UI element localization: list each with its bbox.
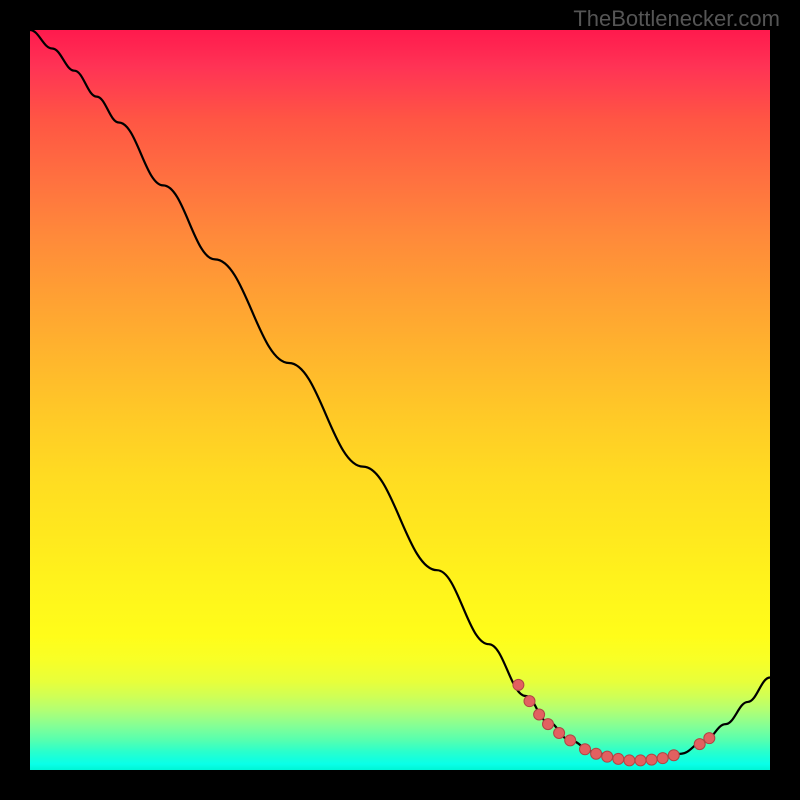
data-point [657, 753, 668, 764]
data-point [554, 728, 565, 739]
data-point [694, 739, 705, 750]
data-point [646, 754, 657, 765]
data-point [534, 709, 545, 720]
data-point [602, 751, 613, 762]
data-point [668, 750, 679, 761]
data-point [613, 753, 624, 764]
chart-plot-area [30, 30, 770, 770]
data-point [580, 744, 591, 755]
data-point [513, 679, 524, 690]
data-point [524, 696, 535, 707]
data-point [635, 755, 646, 766]
data-point [591, 748, 602, 759]
bottleneck-curve [30, 30, 770, 760]
data-point [543, 719, 554, 730]
data-point [565, 735, 576, 746]
watermark-text: TheBottlenecker.com [573, 6, 780, 32]
chart-svg [30, 30, 770, 770]
data-point [624, 755, 635, 766]
data-point [704, 733, 715, 744]
